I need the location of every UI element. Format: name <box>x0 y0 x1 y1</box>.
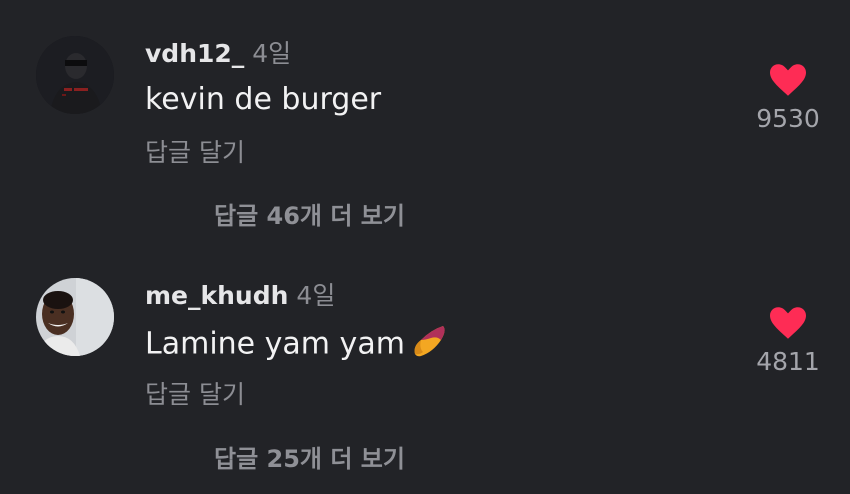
comment-text: kevin de burger <box>145 82 382 117</box>
username[interactable]: vdh12_ 4일 <box>145 34 291 70</box>
username[interactable]: me_khudh 4일 <box>145 276 335 312</box>
like-button[interactable]: 4811 <box>748 307 828 376</box>
avatar[interactable] <box>36 36 114 114</box>
like-button[interactable]: 9530 <box>748 64 828 133</box>
comment-text: Lamine yam yam <box>145 324 447 366</box>
like-count: 4811 <box>756 347 820 376</box>
sweet-potato-emoji-icon <box>411 324 447 366</box>
profile-photo-icon <box>36 36 114 114</box>
comment-text-body: Lamine yam yam <box>145 326 405 362</box>
view-replies-button[interactable]: 답글 25개 더 보기 <box>214 439 405 474</box>
reply-button[interactable]: 답글 달기 <box>145 133 245 169</box>
timestamp: 4일 <box>296 281 336 310</box>
view-replies-button[interactable]: 답글 46개 더 보기 <box>214 196 405 231</box>
username-text[interactable]: me_khudh <box>145 281 288 310</box>
heart-icon[interactable] <box>770 64 806 96</box>
like-count: 9530 <box>756 104 820 133</box>
username-text[interactable]: vdh12_ <box>145 39 244 68</box>
heart-icon[interactable] <box>770 307 806 339</box>
timestamp: 4일 <box>252 39 292 68</box>
profile-photo-icon <box>36 278 114 356</box>
reply-button[interactable]: 답글 달기 <box>145 375 245 411</box>
avatar[interactable] <box>36 278 114 356</box>
